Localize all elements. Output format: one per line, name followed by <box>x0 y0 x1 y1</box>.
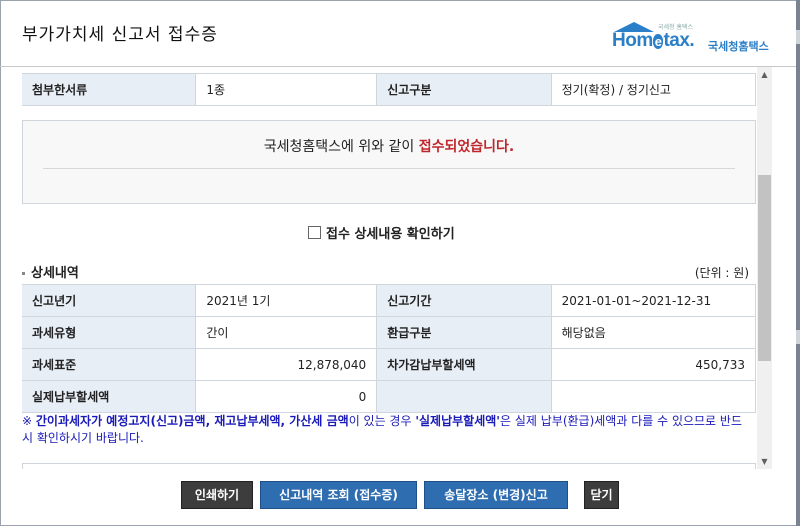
report-range-label: 신고기간 <box>376 284 552 317</box>
details-table: 신고년기 2021년 1기 신고기간 2021-01-01~2021-12-31… <box>22 284 757 413</box>
logo-korean-text: 국세청홈택스 <box>708 40 769 53</box>
warning-mark: ※ <box>22 414 36 428</box>
details-section-title: 상세내역 <box>22 262 79 281</box>
confirm-details-label[interactable]: 접수 상세내용 확인하기 <box>326 223 455 242</box>
empty-label <box>376 380 552 413</box>
logo-tax: tax. <box>663 30 695 51</box>
receipt-notice-box: 국세청홈택스에 위와 같이 접수되었습니다. <box>22 120 756 204</box>
attached-docs-value: 1종 <box>195 73 378 106</box>
report-range-value: 2021-01-01~2021-12-31 <box>551 284 757 317</box>
empty-value <box>551 380 757 413</box>
table-row: 과세유형 간이 환급구분 해당없음 <box>22 316 757 349</box>
logo-hom: Hom <box>612 30 653 51</box>
table-row: 신고년기 2021년 1기 신고기간 2021-01-01~2021-12-31 <box>22 284 757 317</box>
divider <box>43 168 735 169</box>
logo-e: e <box>652 34 664 49</box>
table-row: 과세표준 12,878,040 차가감납부할세액 450,733 <box>22 348 757 381</box>
tax-base-value: 12,878,040 <box>195 348 378 381</box>
query-receipt-button[interactable]: 신고내역 조회 (접수증) <box>260 481 417 509</box>
tax-type-value: 간이 <box>195 316 378 349</box>
background-window-edge <box>796 0 800 526</box>
period-label: 신고년기 <box>22 284 197 317</box>
refund-type-value: 해당없음 <box>551 316 757 349</box>
table-row: 실제납부할세액 0 <box>22 380 757 413</box>
hometax-logo: 국세청 홈택스 Hom e tax. 국세청홈택스 <box>612 20 769 54</box>
button-bar: 인쇄하기 신고내역 조회 (접수증) 송달장소 (변경)신고 닫기 <box>0 469 796 524</box>
scroll-up-arrow-icon[interactable]: ▲ <box>757 67 772 82</box>
logo-wordmark: Hom e tax. <box>612 30 695 52</box>
attached-docs-label: 첨부한서류 <box>22 73 197 106</box>
scrollbar-thumb[interactable] <box>758 175 771 361</box>
refund-type-label: 환급구분 <box>376 316 552 349</box>
warning-bold: 간이과세자가 예정고지(신고)금액, 재고납부세액, 가산세 금액 <box>35 414 349 428</box>
scroll-content[interactable]: 첨부한서류 1종 신고구분 정기(확정) / 정기신고 국세청홈택스에 위와 같… <box>0 67 757 469</box>
confirm-details-checkbox[interactable] <box>308 226 321 239</box>
delivery-address-button[interactable]: 송달장소 (변경)신고 <box>424 481 568 509</box>
scroll-down-arrow-icon[interactable]: ▼ <box>757 454 772 469</box>
submission-info-table: 첨부한서류 1종 신고구분 정기(확정) / 정기신고 <box>22 73 757 106</box>
report-type-label: 신고구분 <box>376 73 552 106</box>
unit-label: (단위 : 원) <box>694 266 749 280</box>
actual-payable-value: 0 <box>195 380 378 413</box>
notice-highlight: 접수되었습니다. <box>418 139 515 155</box>
net-payable-label: 차가감납부할세액 <box>376 348 552 381</box>
popup-header: 부가가치세 신고서 접수증 국세청 홈택스 Hom e tax. 국세청홈택스 <box>0 0 796 67</box>
table-row: 첨부한서류 1종 신고구분 정기(확정) / 정기신고 <box>22 73 757 106</box>
print-button[interactable]: 인쇄하기 <box>181 481 253 509</box>
confirm-details-checkbox-row[interactable]: 접수 상세내용 확인하기 <box>308 223 455 242</box>
report-type-value: 정기(확정) / 정기신고 <box>551 73 757 106</box>
tax-base-label: 과세표준 <box>22 348 197 381</box>
page-title: 부가가치세 신고서 접수증 <box>22 25 218 45</box>
bullet-icon <box>22 272 25 275</box>
close-button[interactable]: 닫기 <box>584 481 619 509</box>
vertical-scrollbar[interactable]: ▲ ▼ <box>757 67 772 469</box>
warning-mid: 이 있는 경우 <box>348 414 416 428</box>
details-title-text: 상세내역 <box>31 266 79 281</box>
warning-quoted: '실제납부할세액' <box>415 414 500 428</box>
tax-type-label: 과세유형 <box>22 316 197 349</box>
payable-warning-note: ※ 간이과세자가 예정고지(신고)금액, 재고납부세액, 가산세 금액이 있는 … <box>22 413 752 447</box>
receipt-notice-text: 국세청홈택스에 위와 같이 접수되었습니다. <box>23 136 755 156</box>
actual-payable-label: 실제납부할세액 <box>22 380 197 413</box>
period-value: 2021년 1기 <box>195 284 378 317</box>
notice-prefix: 국세청홈택스에 위와 같이 <box>263 139 419 155</box>
net-payable-value: 450,733 <box>551 348 757 381</box>
